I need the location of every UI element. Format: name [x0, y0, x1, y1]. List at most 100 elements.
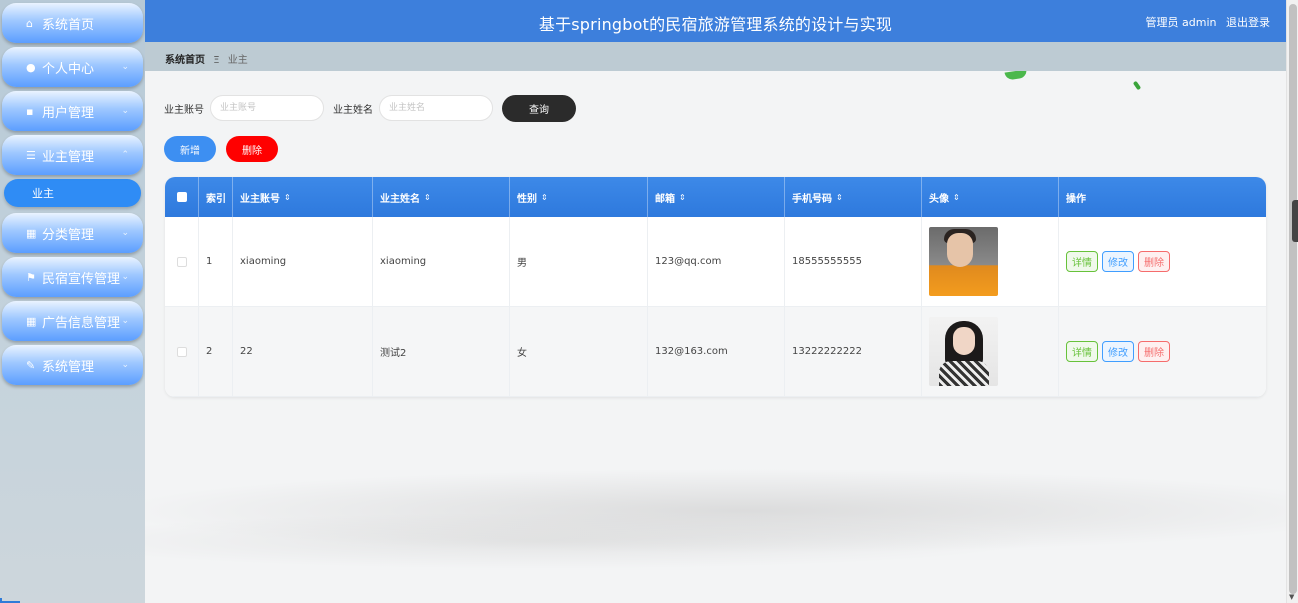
column-label: 业主账号: [240, 193, 280, 205]
search-form: 业主账号 业主姓名 查询: [164, 94, 576, 122]
sidebar-item-home[interactable]: ⌂ 系统首页: [2, 3, 143, 43]
sidebar-item-label: 分类管理: [42, 227, 95, 243]
query-button[interactable]: 查询: [502, 94, 576, 122]
chevron-down-icon: ⌄: [121, 106, 129, 116]
scrollbar-thumb[interactable]: [1289, 4, 1297, 594]
cell-name: 测试2: [373, 307, 510, 396]
logout-link[interactable]: 退出登录: [1226, 16, 1270, 29]
delete-button[interactable]: 删除: [1138, 251, 1170, 272]
sidebar-subitem-owner[interactable]: 业主: [4, 179, 141, 207]
avatar-image: [929, 317, 998, 386]
chevron-down-icon: ⌄: [121, 62, 129, 72]
sidebar-item-label: 系统首页: [42, 17, 95, 33]
cell-name: xiaoming: [373, 217, 510, 306]
admin-user-label: 管理员 admin: [1145, 16, 1217, 29]
cell-avatar: [922, 307, 1059, 396]
detail-button[interactable]: 详情: [1066, 251, 1098, 272]
sort-icon[interactable]: ⇕: [541, 193, 548, 202]
cell-gender: 男: [510, 217, 648, 306]
column-header-account[interactable]: 业主账号 ⇕: [233, 177, 373, 217]
batch-delete-button[interactable]: 删除: [226, 136, 278, 162]
table-header: 索引 业主账号 ⇕ 业主姓名 ⇕ 性别 ⇕ 邮箱 ⇕ 手机号码 ⇕ 头像 ⇕ 操…: [165, 177, 1266, 217]
select-all-cell: [165, 177, 199, 217]
chevron-down-icon: ⌄: [121, 360, 129, 370]
sidebar-item-system-management[interactable]: ✎ 系统管理 ⌄: [2, 345, 143, 385]
sidebar: ⌂ 系统首页 ● 个人中心 ⌄ ▪ 用户管理 ⌄ ☰ 业主管理 ⌃ 业主 ▦ 分…: [0, 0, 145, 603]
column-header-actions: 操作: [1059, 177, 1266, 217]
owner-table: 索引 业主账号 ⇕ 业主姓名 ⇕ 性别 ⇕ 邮箱 ⇕ 手机号码 ⇕ 头像 ⇕ 操…: [165, 177, 1266, 397]
column-label: 手机号码: [792, 193, 832, 205]
sidebar-item-ad-management[interactable]: ▦ 广告信息管理 ⌄: [2, 301, 143, 341]
row-select-cell: [165, 217, 199, 306]
avatar-face: [953, 327, 975, 355]
breadcrumb-home[interactable]: 系统首页: [165, 55, 205, 66]
breadcrumb-separator-icon: Ξ: [213, 55, 220, 66]
breadcrumb: 系统首页 Ξ 业主: [145, 42, 1286, 71]
page-scrollbar[interactable]: ▼: [1286, 0, 1298, 603]
leaf-decoration: [1004, 71, 1028, 81]
sort-icon[interactable]: ⇕: [679, 193, 686, 202]
sidebar-item-label: 民宿宣传管理: [42, 271, 121, 287]
grid-icon: ▦: [26, 226, 37, 240]
list-icon: ☰: [26, 148, 36, 162]
row-select-cell: [165, 307, 199, 396]
cell-gender: 女: [510, 307, 648, 396]
breadcrumb-current: 业主: [227, 55, 248, 66]
chevron-down-icon: ⌄: [121, 272, 129, 282]
owner-name-label: 业主姓名: [333, 104, 373, 116]
sidebar-item-label: 业主管理: [42, 149, 95, 165]
column-label: 索引: [206, 193, 226, 205]
sort-icon[interactable]: ⇕: [836, 193, 843, 202]
sidebar-item-user-management[interactable]: ▪ 用户管理 ⌄: [2, 91, 143, 131]
chevron-up-icon: ⌃: [121, 150, 129, 160]
row-actions: 详情 修改 删除: [1066, 341, 1170, 362]
avatar-shirt: [939, 361, 989, 386]
column-header-name[interactable]: 业主姓名 ⇕: [373, 177, 510, 217]
select-all-checkbox[interactable]: [176, 192, 187, 202]
grid-icon: ▦: [26, 314, 37, 328]
column-label: 业主姓名: [380, 193, 420, 205]
owner-account-input[interactable]: [210, 95, 324, 121]
avatar-face: [947, 233, 973, 267]
cell-account: 22: [233, 307, 373, 396]
sidebar-item-category-management[interactable]: ▦ 分类管理 ⌄: [2, 213, 143, 253]
add-button[interactable]: 新增: [164, 136, 216, 162]
sidebar-item-homestay-promo[interactable]: ⚑ 民宿宣传管理 ⌄: [2, 257, 143, 297]
sidebar-item-label: 广告信息管理: [42, 315, 121, 331]
sidebar-item-label: 个人中心: [42, 61, 95, 77]
column-header-email[interactable]: 邮箱 ⇕: [648, 177, 785, 217]
card-icon: ▪: [26, 104, 34, 118]
table-row: 1 xiaoming xiaoming 男 123@qq.com 1855555…: [165, 217, 1266, 307]
side-floating-tab[interactable]: [1292, 200, 1298, 242]
column-header-phone[interactable]: 手机号码 ⇕: [785, 177, 922, 217]
edit-button[interactable]: 修改: [1102, 251, 1134, 272]
cell-actions: 详情 修改 删除: [1059, 217, 1266, 306]
owner-name-input[interactable]: [379, 95, 493, 121]
cell-phone: 13222222222: [785, 307, 922, 396]
user-icon: ●: [26, 60, 36, 74]
cell-avatar: [922, 217, 1059, 306]
owner-account-label: 业主账号: [164, 104, 204, 116]
cell-email: 123@qq.com: [648, 217, 785, 306]
edit-button[interactable]: 修改: [1102, 341, 1134, 362]
cell-account: xiaoming: [233, 217, 373, 306]
sort-icon[interactable]: ⇕: [953, 193, 960, 202]
sidebar-item-label: 用户管理: [42, 105, 95, 121]
sidebar-item-label: 系统管理: [42, 359, 95, 375]
avatar-image: [929, 227, 998, 296]
column-header-index: 索引: [199, 177, 233, 217]
delete-button[interactable]: 删除: [1138, 341, 1170, 362]
flag-icon: ⚑: [26, 270, 36, 284]
scroll-down-arrow-icon[interactable]: ▼: [1289, 593, 1294, 601]
sort-icon[interactable]: ⇕: [424, 193, 431, 202]
column-label: 头像: [929, 193, 949, 205]
sidebar-item-personal-center[interactable]: ● 个人中心 ⌄: [2, 47, 143, 87]
detail-button[interactable]: 详情: [1066, 341, 1098, 362]
sort-icon[interactable]: ⇕: [284, 193, 291, 202]
column-header-avatar[interactable]: 头像 ⇕: [922, 177, 1059, 217]
row-checkbox[interactable]: [176, 346, 187, 357]
thumb-icon: ✎: [26, 358, 36, 372]
sidebar-item-owner-management[interactable]: ☰ 业主管理 ⌃: [2, 135, 143, 175]
row-checkbox[interactable]: [176, 256, 187, 267]
column-header-gender[interactable]: 性别 ⇕: [510, 177, 648, 217]
